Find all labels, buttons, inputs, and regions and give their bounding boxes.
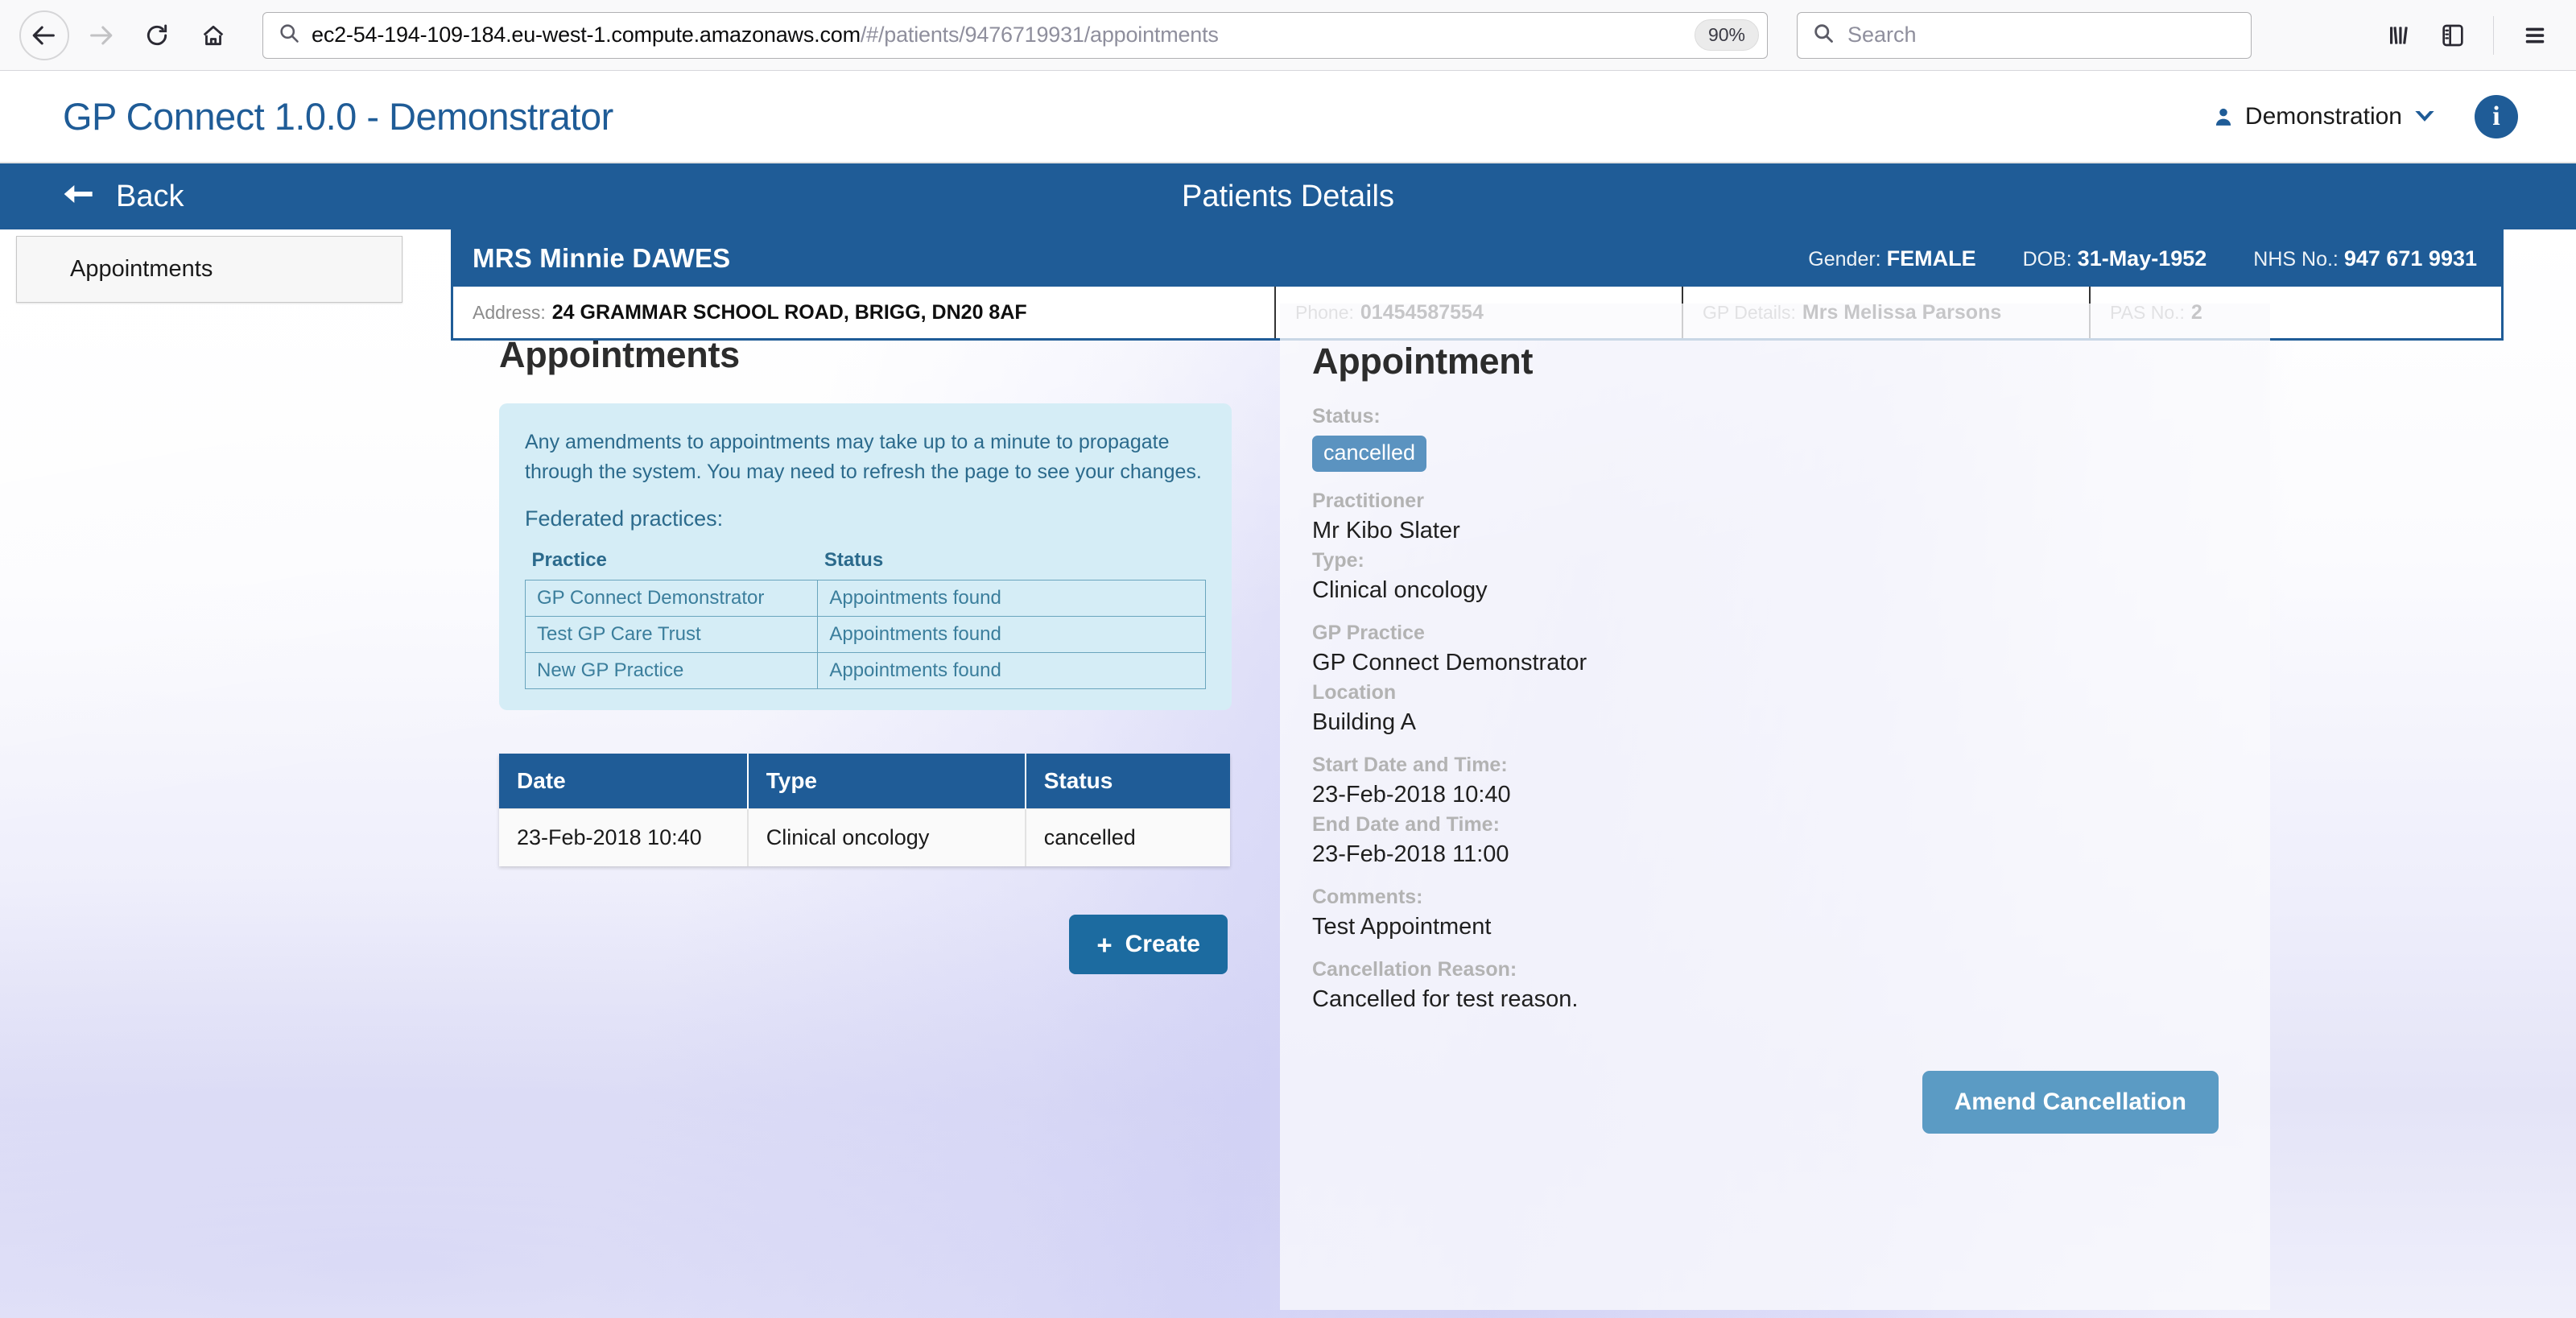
cell-status: cancelled xyxy=(1026,809,1230,867)
appointments-heading: Appointments xyxy=(499,334,1232,376)
patient-nhs-number: NHS No.: 947 671 9931 xyxy=(2253,246,2477,271)
sidebar-toggle-icon[interactable] xyxy=(2440,23,2466,48)
comments-value: Test Appointment xyxy=(1312,914,2233,940)
create-button-label: Create xyxy=(1125,931,1200,958)
table-row: New GP Practice Appointments found xyxy=(526,653,1206,689)
end-datetime-label: End Date and Time: xyxy=(1312,813,2233,837)
federated-practices-heading: Federated practices: xyxy=(525,506,1206,531)
app-header-actions: Demonstration i xyxy=(2213,95,2518,138)
app-header: GP Connect 1.0.0 - Demonstrator Demonstr… xyxy=(0,71,2576,163)
cell-status: Appointments found xyxy=(818,580,1206,617)
user-menu[interactable]: Demonstration xyxy=(2213,103,2436,130)
zoom-level-badge[interactable]: 90% xyxy=(1695,19,1759,51)
page-nav-bar: Back Patients Details xyxy=(0,163,2576,229)
patient-banner-meta: Gender: FEMALE DOB: 31-May-1952 NHS No.:… xyxy=(1808,246,2477,271)
app-title: GP Connect 1.0.0 - Demonstrator xyxy=(63,94,613,138)
appointment-detail-heading: Appointment xyxy=(1312,341,2233,382)
patient-address: Address:24 GRAMMAR SCHOOL ROAD, BRIGG, D… xyxy=(453,287,1276,338)
practitioner-value: Mr Kibo Slater xyxy=(1312,518,2233,544)
appointments-table: Date Type Status 23-Feb-2018 10:40 Clini… xyxy=(499,754,1230,866)
search-icon xyxy=(1812,22,1835,48)
cell-status: Appointments found xyxy=(818,617,1206,653)
toolbar-divider xyxy=(2493,16,2494,55)
sidebar-item-appointments[interactable]: Appointments xyxy=(16,236,402,303)
search-input-placeholder: Search xyxy=(1847,23,1917,48)
cell-practice: Test GP Care Trust xyxy=(526,617,818,653)
type-label: Type: xyxy=(1312,549,2233,572)
column-header-date[interactable]: Date xyxy=(499,754,748,809)
back-button-label: Back xyxy=(116,180,184,214)
cell-status: Appointments found xyxy=(818,653,1206,689)
user-menu-label: Demonstration xyxy=(2245,103,2402,130)
sidebar-item-label: Appointments xyxy=(70,256,213,282)
gp-practice-value: GP Connect Demonstrator xyxy=(1312,650,2233,676)
amend-button-row: Amend Cancellation xyxy=(1312,1071,2233,1134)
back-button[interactable]: Back xyxy=(63,180,184,214)
location-value: Building A xyxy=(1312,709,2233,736)
patient-name: MRS Minnie DAWES xyxy=(473,243,730,274)
back-arrow-icon[interactable] xyxy=(19,10,69,60)
appointment-detail-panel: Appointment Status: cancelled Practition… xyxy=(1280,304,2270,1310)
practitioner-label: Practitioner xyxy=(1312,490,2233,513)
info-icon[interactable]: i xyxy=(2475,95,2518,138)
search-bar[interactable]: Search xyxy=(1797,12,2252,59)
start-datetime-value: 23-Feb-2018 10:40 xyxy=(1312,782,2233,808)
create-appointment-button[interactable]: + Create xyxy=(1069,915,1228,974)
plus-icon: + xyxy=(1096,932,1112,958)
table-row[interactable]: 23-Feb-2018 10:40 Clinical oncology canc… xyxy=(499,809,1230,867)
type-value: Clinical oncology xyxy=(1312,577,2233,604)
create-button-row: + Create xyxy=(499,915,1232,974)
status-badge: cancelled xyxy=(1312,436,1426,472)
library-icon[interactable] xyxy=(2387,23,2413,48)
table-header-row: Date Type Status xyxy=(499,754,1230,809)
cell-practice: New GP Practice xyxy=(526,653,818,689)
appointments-section: Appointments Any amendments to appointme… xyxy=(499,334,1232,974)
gp-practice-label: GP Practice xyxy=(1312,622,2233,645)
column-header-type[interactable]: Type xyxy=(748,754,1026,809)
cell-practice: GP Connect Demonstrator xyxy=(526,580,818,617)
info-panel-text: Any amendments to appointments may take … xyxy=(525,428,1206,487)
search-icon xyxy=(278,22,300,48)
table-header-row: Practice Status xyxy=(526,549,1206,580)
cell-type: Clinical oncology xyxy=(748,809,1026,867)
user-icon xyxy=(2213,105,2234,128)
browser-nav-buttons xyxy=(19,10,238,60)
amend-cancellation-button[interactable]: Amend Cancellation xyxy=(1922,1071,2219,1134)
column-header-practice: Practice xyxy=(526,549,818,580)
page-title: Patients Details xyxy=(0,180,2576,214)
patient-dob: DOB: 31-May-1952 xyxy=(2023,246,2207,271)
hamburger-menu-icon[interactable] xyxy=(2521,23,2549,48)
status-label: Status: xyxy=(1312,405,2233,428)
cell-date: 23-Feb-2018 10:40 xyxy=(499,809,748,867)
column-header-status[interactable]: Status xyxy=(1026,754,1230,809)
start-datetime-label: Start Date and Time: xyxy=(1312,754,2233,777)
browser-toolbar-right xyxy=(2355,16,2557,55)
home-icon[interactable] xyxy=(188,10,238,60)
back-arrow-icon xyxy=(63,180,95,214)
column-header-status: Status xyxy=(818,549,1206,580)
page-body: Appointments MRS Minnie DAWES Gender: FE… xyxy=(0,229,2576,1318)
cancellation-reason-label: Cancellation Reason: xyxy=(1312,958,2233,981)
address-bar[interactable]: ec2-54-194-109-184.eu-west-1.compute.ama… xyxy=(262,12,1768,59)
sidebar: Appointments xyxy=(16,236,402,303)
browser-chrome: ec2-54-194-109-184.eu-west-1.compute.ama… xyxy=(0,0,2576,71)
table-row: Test GP Care Trust Appointments found xyxy=(526,617,1206,653)
federated-practices-table: Practice Status GP Connect Demonstrator … xyxy=(525,549,1206,689)
address-bar-text: ec2-54-194-109-184.eu-west-1.compute.ama… xyxy=(312,23,1686,48)
info-panel: Any amendments to appointments may take … xyxy=(499,403,1232,710)
patient-banner-header: MRS Minnie DAWES Gender: FEMALE DOB: 31-… xyxy=(453,232,2501,287)
table-row: GP Connect Demonstrator Appointments fou… xyxy=(526,580,1206,617)
end-datetime-value: 23-Feb-2018 11:00 xyxy=(1312,841,2233,868)
location-label: Location xyxy=(1312,681,2233,704)
patient-gender: Gender: FEMALE xyxy=(1808,246,1975,271)
chevron-down-icon xyxy=(2413,109,2436,125)
forward-arrow-icon[interactable] xyxy=(76,10,126,60)
comments-label: Comments: xyxy=(1312,886,2233,909)
cancellation-reason-value: Cancelled for test reason. xyxy=(1312,986,2233,1013)
reload-icon[interactable] xyxy=(132,10,182,60)
